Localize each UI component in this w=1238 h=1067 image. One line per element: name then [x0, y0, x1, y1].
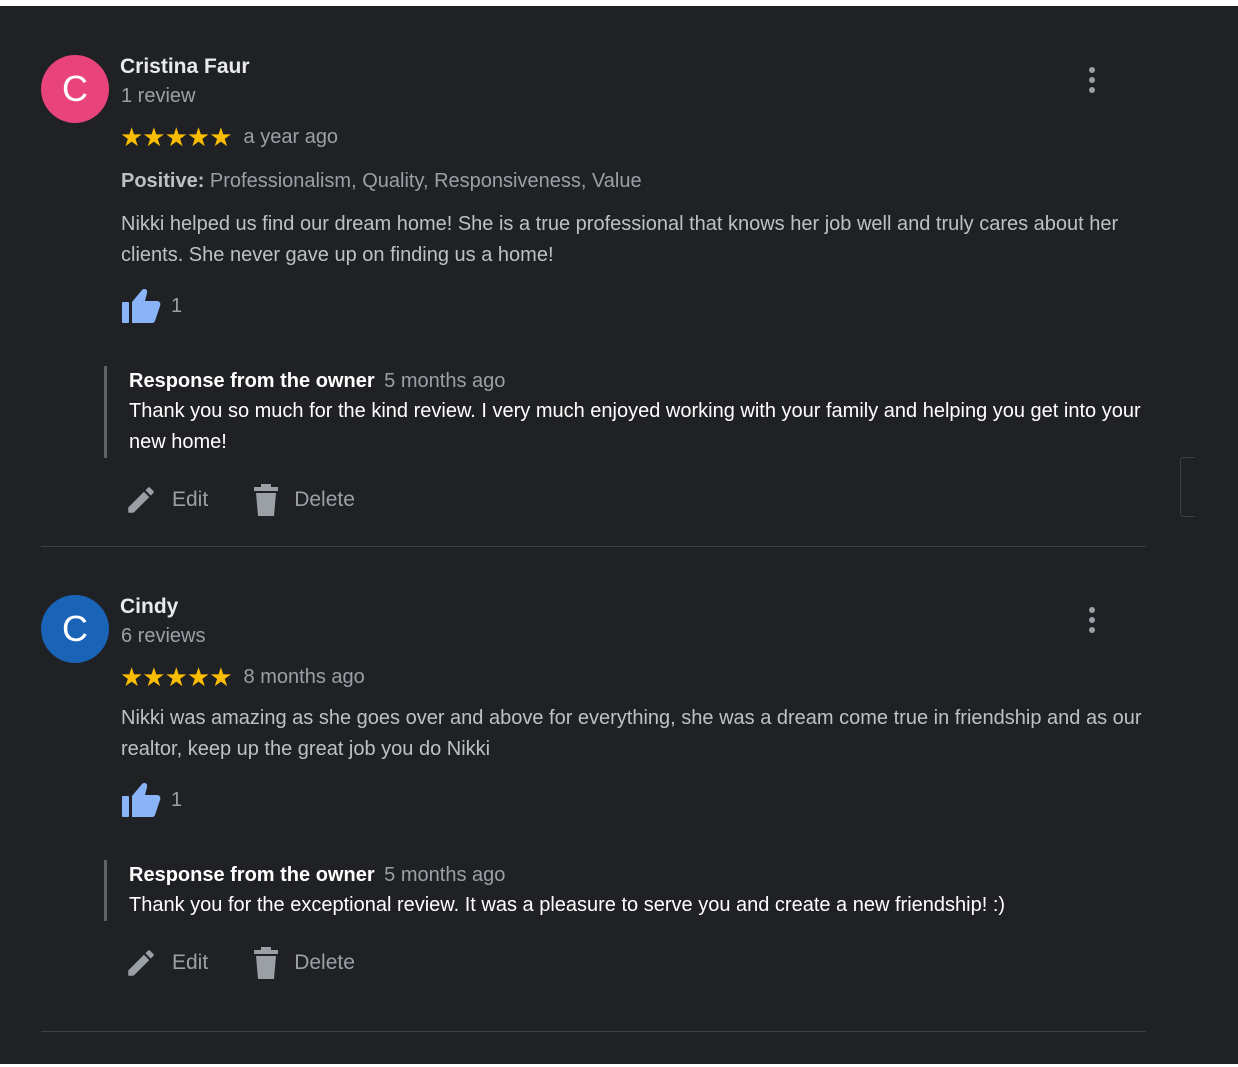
- like-count: 1: [171, 788, 183, 811]
- reviewer-name[interactable]: Cindy: [120, 595, 178, 619]
- edit-label: Edit: [172, 488, 209, 511]
- delete-label: Delete: [294, 488, 355, 511]
- review-date: 8 months ago: [243, 665, 365, 688]
- owner-response: Response from the owner 5 months ago Tha…: [104, 366, 1159, 458]
- review-date: a year ago: [243, 125, 339, 148]
- positive-attributes: Positive: Professionalism, Quality, Resp…: [121, 170, 642, 193]
- response-text: Thank you for the exceptional review. It…: [129, 894, 1006, 916]
- thumb-up-icon: [122, 783, 161, 817]
- positive-values: Professionalism, Quality, Responsiveness…: [209, 170, 642, 192]
- response-date: 5 months ago: [384, 370, 506, 392]
- avatar[interactable]: C: [41, 55, 109, 123]
- owner-response: Response from the owner 5 months ago Tha…: [104, 860, 1159, 921]
- star-rating: ★★★★★: [120, 122, 233, 152]
- delete-button[interactable]: Delete: [252, 483, 355, 517]
- pencil-icon: [128, 950, 154, 976]
- rating-row: ★★★★★ 8 months ago: [120, 661, 365, 693]
- reviewer-name[interactable]: Cristina Faur: [120, 55, 250, 79]
- response-date: 5 months ago: [384, 864, 506, 886]
- edit-button[interactable]: Edit: [124, 483, 208, 517]
- like-count: 1: [171, 294, 183, 317]
- positive-label: Positive:: [121, 170, 205, 192]
- more-options-button[interactable]: [1080, 64, 1104, 96]
- more-vert-icon: [1089, 607, 1095, 633]
- reviews-panel: C Cristina Faur 1 review ★★★★★ a year ag…: [0, 6, 1238, 1064]
- like-button[interactable]: 1: [121, 288, 182, 324]
- divider: [41, 546, 1146, 547]
- edit-label: Edit: [172, 951, 209, 974]
- more-vert-icon: [1089, 67, 1095, 93]
- response-header: Response from the owner 5 months ago: [129, 860, 1159, 890]
- delete-label: Delete: [294, 951, 355, 974]
- response-actions: Edit Delete: [124, 946, 355, 980]
- review-text: Nikki helped us find our dream home! She…: [121, 213, 1119, 266]
- response-title: Response from the owner: [129, 864, 375, 886]
- avatar[interactable]: C: [41, 595, 109, 663]
- review-count[interactable]: 1 review: [121, 85, 195, 108]
- review-count[interactable]: 6 reviews: [121, 625, 205, 648]
- trash-icon: [254, 947, 279, 979]
- delete-button[interactable]: Delete: [252, 946, 355, 980]
- more-options-button[interactable]: [1080, 604, 1104, 636]
- review-text: Nikki was amazing as she goes over and a…: [121, 707, 1142, 760]
- divider: [41, 1031, 1146, 1032]
- edit-button[interactable]: Edit: [124, 946, 208, 980]
- thumb-up-icon: [122, 289, 161, 323]
- star-rating: ★★★★★: [120, 662, 233, 692]
- pencil-icon: [128, 487, 154, 513]
- scroll-indicator: [1180, 457, 1195, 517]
- response-header: Response from the owner 5 months ago: [129, 366, 1159, 396]
- trash-icon: [254, 484, 279, 516]
- response-text: Thank you so much for the kind review. I…: [129, 400, 1141, 453]
- like-button[interactable]: 1: [121, 782, 182, 818]
- response-actions: Edit Delete: [124, 483, 355, 517]
- rating-row: ★★★★★ a year ago: [120, 121, 338, 153]
- response-title: Response from the owner: [129, 370, 375, 392]
